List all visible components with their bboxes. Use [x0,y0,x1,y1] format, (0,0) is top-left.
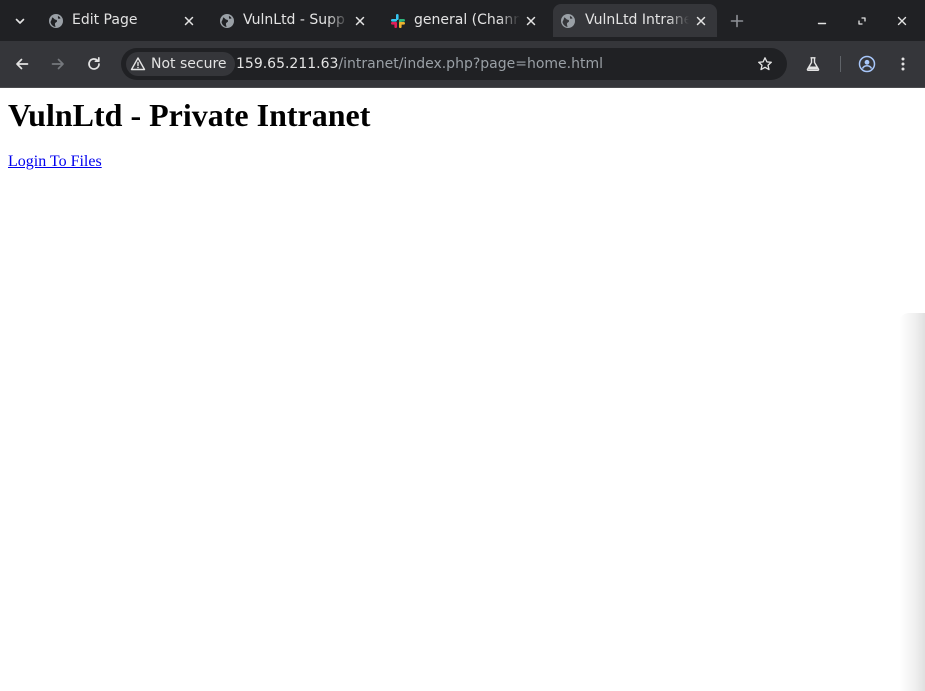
reload-icon [88,56,100,70]
slack-icon [390,13,406,29]
minimize-icon [817,22,827,25]
security-chip[interactable]: Not secure [126,52,235,76]
star-icon [758,57,772,71]
address-bar[interactable]: Not secure 159.65.211.63/intranet/index.… [121,48,787,80]
tab-title: VulnLtd - Supp [243,12,345,28]
tab-search-button[interactable] [6,7,34,35]
tab-vulnltd-intranet[interactable]: VulnLtd Intrane [553,4,717,37]
close-icon [897,16,907,26]
profile-button[interactable] [853,50,881,78]
url-host: 159.65.211.63 [236,56,339,72]
url-text[interactable]: 159.65.211.63/intranet/index.php?page=ho… [236,55,603,73]
warning-icon [130,57,146,71]
tab-title: general (Chann [414,12,520,28]
globe-icon [560,13,576,29]
web-page-content: VulnLtd - Private Intranet Login To File… [0,88,925,691]
minimize-button[interactable] [811,10,833,32]
url-path: /intranet/index.php?page=home.html [338,56,603,72]
tab-vulnltd-support[interactable]: VulnLtd - Supp [209,4,379,37]
side-panel-shadow [899,313,925,691]
new-tab-button[interactable] [726,10,748,32]
close-window-button[interactable] [891,10,913,32]
account-icon [858,55,876,73]
tab-slack-general[interactable]: general (Chann [380,4,550,37]
chevron-down-icon [15,18,25,24]
arrow-left-icon [16,58,29,70]
browser-toolbar: Not secure 159.65.211.63/intranet/index.… [0,41,925,87]
login-to-files-link[interactable]: Login To Files [8,153,102,171]
close-tab-icon[interactable] [523,13,539,29]
close-tab-icon[interactable] [693,13,709,29]
tab-title: VulnLtd Intrane [585,12,689,28]
close-tab-icon[interactable] [352,13,368,29]
toolbar-divider [840,56,841,72]
arrow-right-icon [51,58,64,70]
tab-title: Edit Page [72,12,138,28]
reload-button[interactable] [80,50,108,78]
restore-button[interactable] [851,10,873,32]
flask-icon [806,57,820,71]
labs-button[interactable] [799,50,827,78]
back-button[interactable] [8,50,36,78]
tab-strip: Edit Page VulnLtd - Supp general (Chann … [0,0,925,41]
globe-icon [219,13,235,29]
tab-edit-page[interactable]: Edit Page [38,4,208,37]
close-tab-icon[interactable] [181,13,197,29]
security-label: Not secure [151,56,227,72]
page-heading: VulnLtd - Private Intranet [8,97,371,133]
restore-icon [858,17,866,25]
forward-button[interactable] [44,50,72,78]
menu-button[interactable] [889,50,917,78]
more-vert-icon [901,57,905,71]
plus-icon [730,14,744,28]
bookmark-star-button[interactable] [755,54,775,74]
globe-icon [48,13,64,29]
